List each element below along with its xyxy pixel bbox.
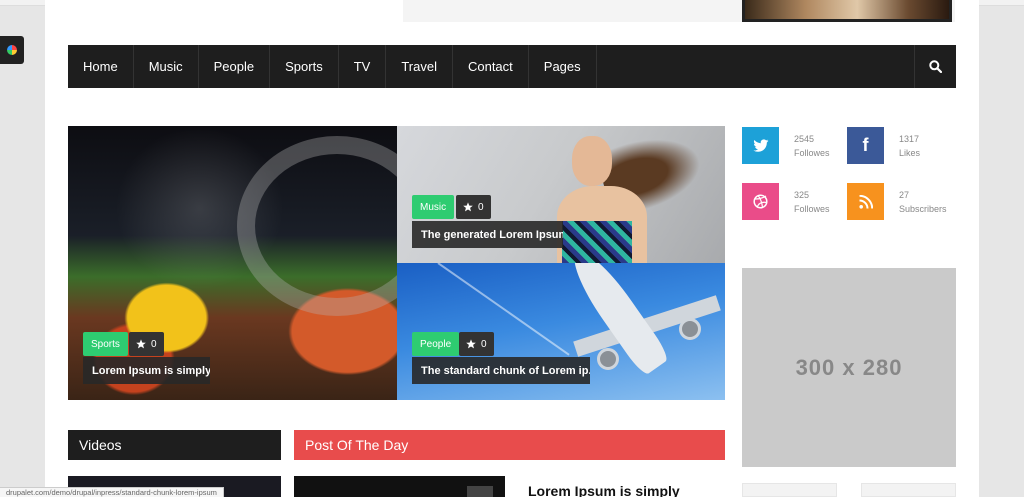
star-icon [136,339,146,349]
rating-badge: 0 [459,332,494,356]
videos-section-title: Videos [68,430,281,460]
nav-home[interactable]: Home [68,45,134,88]
color-wheel-icon [7,45,17,55]
post-of-the-day-title: Post Of The Day [294,430,725,460]
social-dribbble[interactable]: 325 Followes [742,183,830,220]
star-icon [463,202,473,212]
sidebar-widget [742,483,837,497]
category-tag-people[interactable]: People [412,332,460,356]
search-button[interactable] [914,45,956,88]
rating-count: 0 [151,338,157,350]
follower-count: 325 [794,189,810,200]
social-rss[interactable]: 27 Subscribers [847,183,947,220]
category-tag-sports[interactable]: Sports [83,332,128,356]
nav-tv[interactable]: TV [339,45,387,88]
star-icon [466,339,476,349]
like-label: Likes [899,147,921,158]
search-icon [929,60,942,73]
social-facebook[interactable]: f 1317 Likes [847,127,920,164]
social-stat: 2545 Followes [794,132,830,160]
rating-count: 0 [478,201,484,213]
follower-label: Followes [794,203,830,214]
rating-badge: 0 [456,195,491,219]
featured-people-title[interactable]: The standard chunk of Lorem ip... [412,357,590,384]
nav-people[interactable]: People [199,45,271,88]
extension-widget[interactable] [0,36,24,64]
social-stat: 27 Subscribers [899,188,947,216]
subscriber-count: 27 [899,189,910,200]
image-detail [562,221,632,263]
image-detail [572,136,612,186]
like-count: 1317 [899,133,920,144]
follower-label: Followes [794,147,830,158]
nav-contact[interactable]: Contact [453,45,529,88]
post-thumbnail[interactable] [294,476,505,497]
sidebar-widget [861,483,956,497]
nav-pages[interactable]: Pages [529,45,597,88]
image-detail [597,348,619,370]
dribbble-icon [742,183,779,220]
subscriber-label: Subscribers [899,203,947,214]
thumbnail-badge [467,486,493,497]
rating-count: 0 [481,338,487,350]
social-stat: 1317 Likes [899,132,920,160]
category-tag-music[interactable]: Music [412,195,455,219]
rss-icon [847,183,884,220]
rating-badge: 0 [129,332,164,356]
nav-sports[interactable]: Sports [270,45,339,88]
social-stat: 325 Followes [794,188,830,216]
header-ad-image[interactable] [742,0,952,22]
social-twitter[interactable]: 2545 Followes [742,127,830,164]
featured-music-title[interactable]: The generated Lorem Ipsum [412,221,563,248]
status-bar-url: drupalet.com/demo/drupal/inpress/standar… [0,487,224,497]
nav-music[interactable]: Music [134,45,199,88]
stadium-image-detail [237,136,397,316]
image-detail [679,318,701,340]
featured-main-title[interactable]: Lorem Ipsum is simply [83,357,210,384]
facebook-icon: f [847,127,884,164]
main-navigation: Home Music People Sports TV Travel Conta… [68,45,956,88]
post-of-the-day-headline[interactable]: Lorem Ipsum is simply [528,483,680,497]
twitter-icon [742,127,779,164]
follower-count: 2545 [794,133,815,144]
sidebar-ad-placeholder[interactable]: 300 x 280 [742,268,956,467]
nav-travel[interactable]: Travel [386,45,453,88]
